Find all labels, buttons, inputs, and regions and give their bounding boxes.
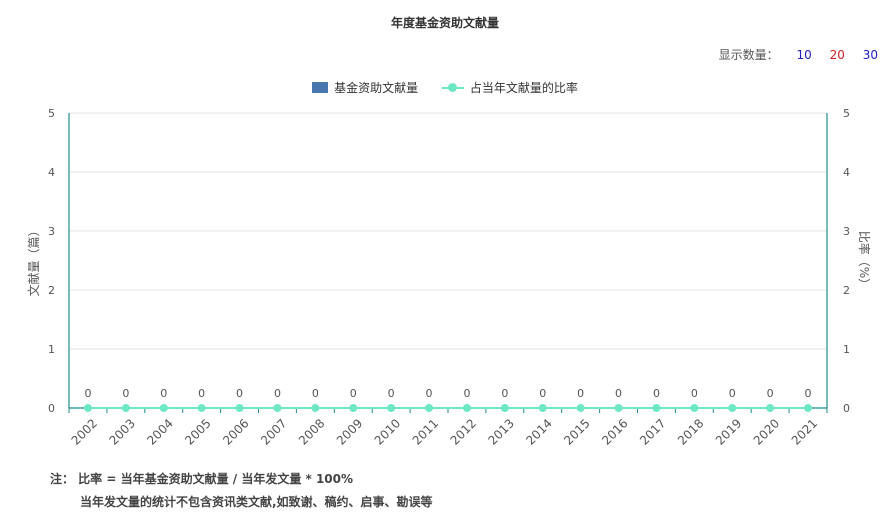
x-tick-label: 2015 — [561, 416, 592, 447]
x-tick-label: 2002 — [69, 416, 100, 447]
x-tick-label: 2003 — [106, 416, 137, 447]
data-label: 0 — [84, 387, 91, 400]
ratio-point — [235, 404, 244, 412]
y2-axis-title: 比率（%） — [857, 231, 872, 290]
data-label: 0 — [388, 387, 395, 400]
x-tick-label: 2012 — [448, 416, 479, 447]
ratio-point — [159, 404, 168, 412]
data-label: 0 — [274, 387, 281, 400]
y2-tick-label: 3 — [843, 225, 850, 238]
ratio-point — [273, 404, 282, 412]
ratio-point — [690, 404, 699, 412]
y-tick-label: 4 — [48, 166, 55, 179]
data-label: 0 — [729, 387, 736, 400]
data-label: 0 — [312, 387, 319, 400]
data-label: 0 — [691, 387, 698, 400]
data-label: 0 — [160, 387, 167, 400]
y-tick-label: 2 — [48, 284, 55, 297]
x-tick-label: 2017 — [637, 416, 668, 447]
data-label: 0 — [539, 387, 546, 400]
y-tick-label: 5 — [48, 107, 55, 120]
y-tick-label: 1 — [48, 343, 55, 356]
chart-canvas: 0 0 1 1 2 2 3 3 4 4 5 5 2002 2003 2004 2005 2006 2007 2008… — [26, 107, 872, 448]
ratio-point — [462, 404, 471, 412]
note-ratio-formula: 注： 比率 = 当年基金资助文献量 / 当年发文量 * 100% — [50, 472, 354, 486]
ratio-point — [538, 404, 547, 412]
y-tick-label: 3 — [48, 225, 55, 238]
data-label: 0 — [805, 387, 812, 400]
y2-tick-label: 0 — [843, 402, 850, 415]
data-label: 0 — [767, 387, 774, 400]
x-tick-label: 2008 — [296, 416, 327, 447]
data-label: 0 — [653, 387, 660, 400]
x-tick-label: 2004 — [144, 416, 175, 447]
x-tick-label: 2007 — [258, 416, 289, 447]
x-tick-label: 2013 — [485, 416, 516, 447]
ratio-point — [614, 404, 623, 412]
data-label: 0 — [463, 387, 470, 400]
data-label: 0 — [426, 387, 433, 400]
y2-tick-label: 4 — [843, 166, 850, 179]
ratio-point — [197, 404, 206, 412]
ratio-point — [387, 404, 396, 412]
ratio-point — [311, 404, 320, 412]
x-tick-label: 2005 — [182, 416, 213, 447]
data-label: 0 — [577, 387, 584, 400]
x-tick-label: 2009 — [334, 416, 365, 447]
ratio-point — [121, 404, 130, 412]
x-tick-label: 2018 — [675, 416, 706, 447]
ratio-point — [766, 404, 775, 412]
x-tick-label: 2016 — [599, 416, 630, 447]
x-tick-label: 2014 — [523, 416, 554, 447]
data-label: 0 — [615, 387, 622, 400]
ratio-point — [576, 404, 585, 412]
ratio-point — [83, 404, 92, 412]
data-label: 0 — [198, 387, 205, 400]
x-tick-label: 2011 — [410, 416, 441, 447]
ratio-point — [349, 404, 358, 412]
data-label: 0 — [350, 387, 357, 400]
y2-tick-label: 1 — [843, 343, 850, 356]
data-label: 0 — [236, 387, 243, 400]
x-tick-label: 2019 — [713, 416, 744, 447]
y-tick-label: 0 — [48, 402, 55, 415]
note-exclusion: 当年发文量的统计不包含资讯类文献,如致谢、稿约、启事、勘误等 — [80, 495, 433, 509]
x-tick-label: 2020 — [751, 416, 782, 447]
data-label: 0 — [122, 387, 129, 400]
ratio-point — [425, 404, 434, 412]
ratio-point — [804, 404, 813, 412]
x-tick-label: 2010 — [372, 416, 403, 447]
y2-tick-label: 2 — [843, 284, 850, 297]
x-tick-label: 2021 — [789, 416, 820, 447]
ratio-point — [500, 404, 509, 412]
ratio-point — [728, 404, 737, 412]
x-tick-label: 2006 — [220, 416, 251, 447]
y2-tick-label: 5 — [843, 107, 850, 120]
y-axis-title: 文献量（篇） — [26, 224, 41, 296]
data-label: 0 — [501, 387, 508, 400]
ratio-point — [652, 404, 661, 412]
